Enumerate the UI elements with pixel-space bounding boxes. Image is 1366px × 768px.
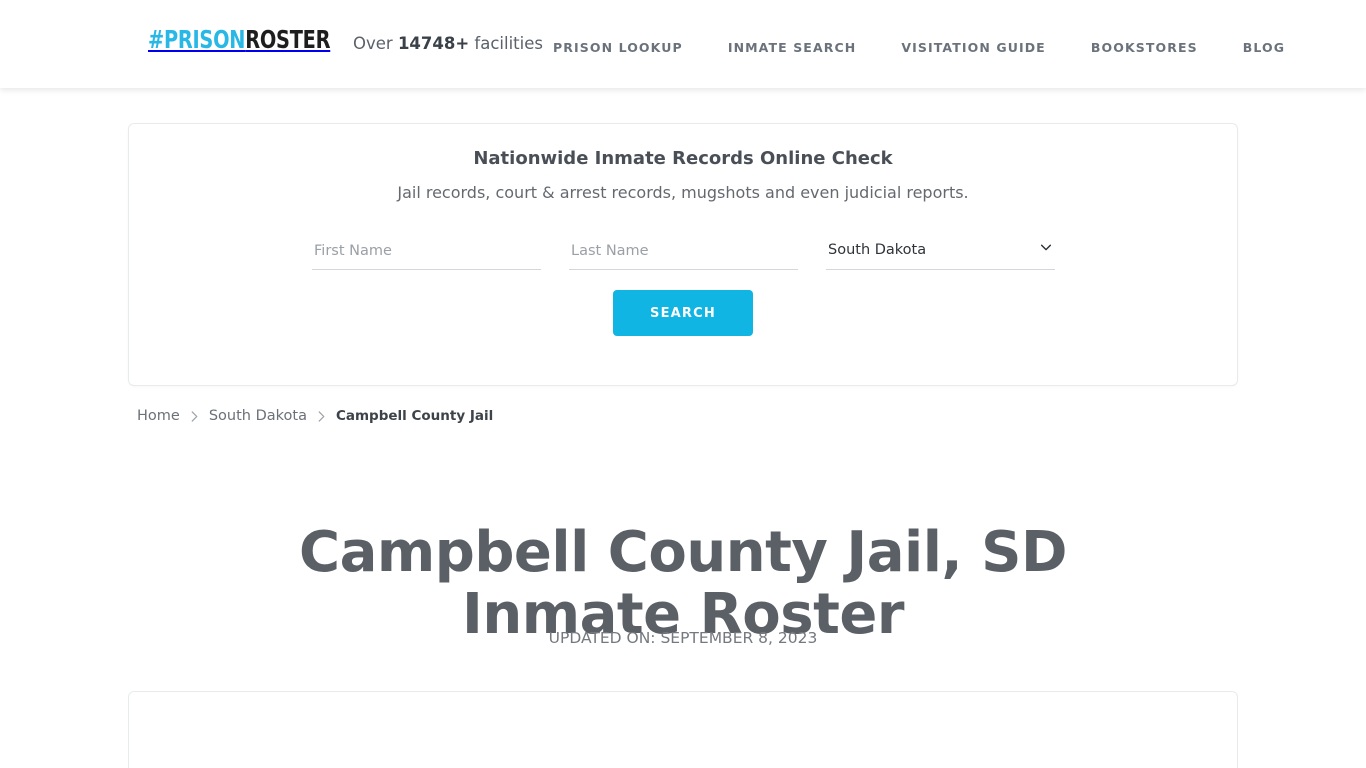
state-select[interactable]: South Dakota bbox=[826, 236, 1055, 264]
facilities-post: facilities bbox=[469, 34, 543, 53]
search-card-subtitle: Jail records, court & arrest records, mu… bbox=[397, 183, 969, 202]
breadcrumb-separator-icon bbox=[189, 410, 200, 423]
site-logo[interactable]: #PRISONROSTER bbox=[148, 25, 331, 54]
breadcrumb-current: Campbell County Jail bbox=[335, 408, 494, 424]
breadcrumb-home[interactable]: Home bbox=[137, 408, 180, 424]
nav-bookstores[interactable]: BOOKSTORES bbox=[1091, 40, 1198, 55]
main-navigation: PRISON LOOKUP INMATE SEARCH VISITATION G… bbox=[553, 37, 1285, 56]
updated-on-label: UPDATED ON: SEPTEMBER 8, 2023 bbox=[548, 629, 818, 647]
header-inner: #PRISONROSTER Over 14748+ facilities PRI… bbox=[0, 0, 1366, 88]
page-title: Campbell County Jail, SD Inmate Roster bbox=[299, 519, 1067, 647]
nav-blog[interactable]: BLOG bbox=[1243, 40, 1285, 55]
search-button[interactable]: SEARCH bbox=[613, 290, 753, 336]
state-select-wrapper: South Dakota bbox=[826, 236, 1055, 270]
logo-suffix: ROSTER bbox=[245, 25, 331, 54]
logo-prefix: #PRISON bbox=[148, 25, 246, 54]
facilities-count: Over 14748+ facilities bbox=[353, 34, 543, 53]
breadcrumb-separator-icon-2 bbox=[316, 410, 327, 423]
nav-prison-lookup[interactable]: PRISON LOOKUP bbox=[553, 40, 683, 55]
breadcrumb-state[interactable]: South Dakota bbox=[209, 408, 307, 424]
inmate-search-card: Nationwide Inmate Records Online Check J… bbox=[128, 123, 1238, 386]
roster-content-card bbox=[128, 691, 1238, 768]
facilities-pre: Over bbox=[353, 34, 398, 53]
nav-visitation-guide[interactable]: VISITATION GUIDE bbox=[901, 40, 1045, 55]
facilities-number: 14748+ bbox=[397, 34, 470, 53]
site-header: #PRISONROSTER Over 14748+ facilities PRI… bbox=[0, 0, 1366, 88]
last-name-input[interactable] bbox=[569, 238, 798, 270]
first-name-input[interactable] bbox=[312, 238, 541, 270]
breadcrumb: Home South Dakota Campbell County Jail bbox=[137, 408, 493, 424]
search-card-title: Nationwide Inmate Records Online Check bbox=[473, 148, 893, 169]
nav-inmate-search[interactable]: INMATE SEARCH bbox=[728, 40, 856, 55]
